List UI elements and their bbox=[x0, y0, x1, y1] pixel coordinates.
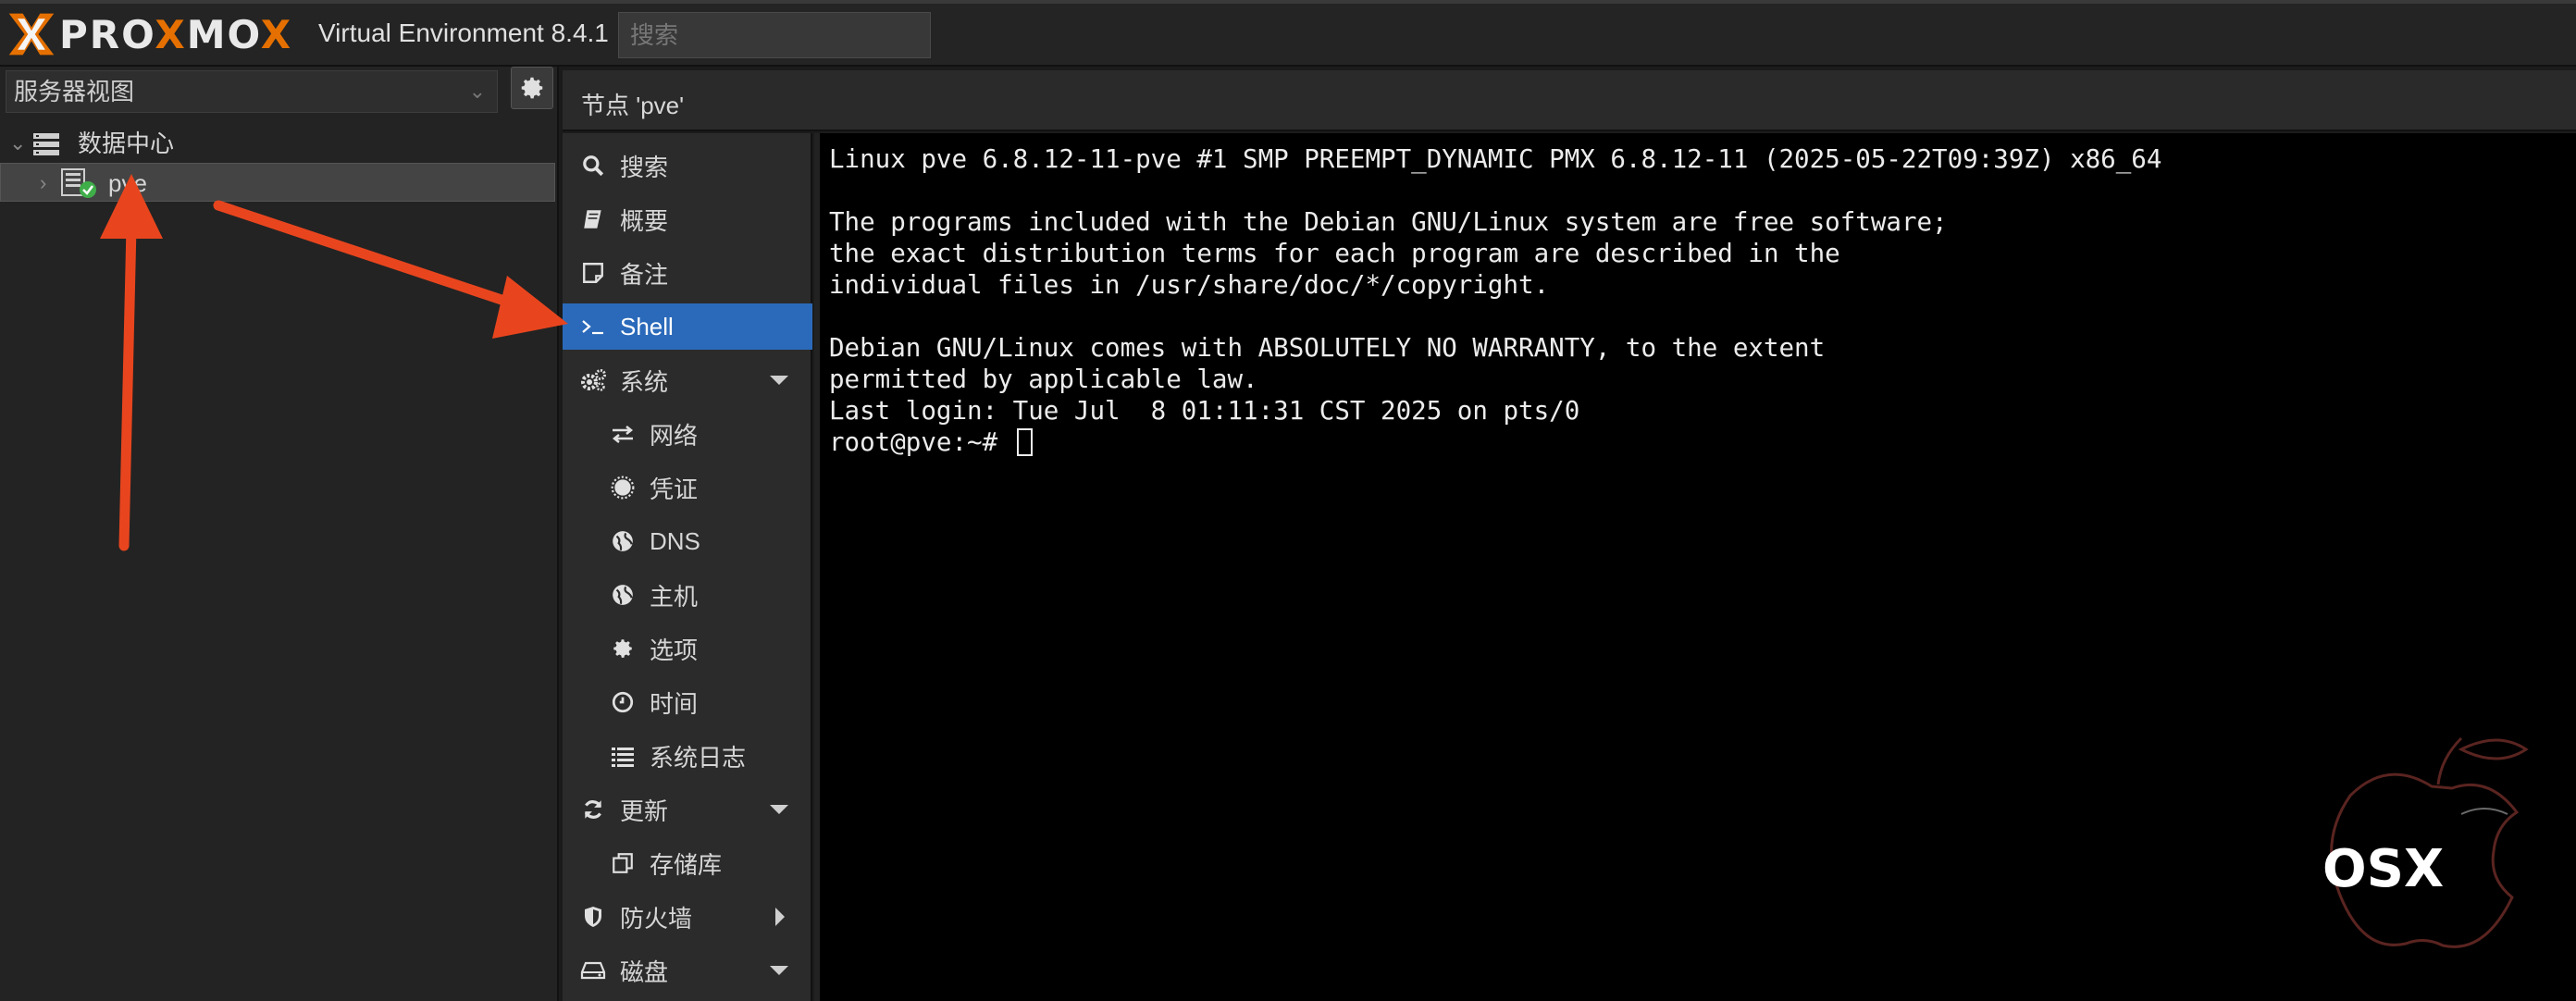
gear-icon bbox=[521, 77, 543, 99]
top-bar: PROXMOX Virtual Environment 8.4.1 bbox=[0, 0, 2576, 67]
nav-item-label: 选项 bbox=[650, 636, 699, 664]
nav-item-system[interactable]: 系统 bbox=[563, 357, 812, 403]
terminal-line: The programs included with the Debian GN… bbox=[829, 207, 1948, 237]
exchange-icon bbox=[609, 420, 637, 448]
terminal-prompt-line[interactable]: root@pve:~# bbox=[829, 427, 1033, 457]
nav-item-label: 更新 bbox=[620, 797, 669, 825]
product-title: Virtual Environment 8.4.1 bbox=[318, 19, 609, 47]
nav-item-label: Shell bbox=[620, 312, 674, 340]
nav-item-label: DNS bbox=[650, 526, 700, 555]
nav-item-label: 概要 bbox=[620, 206, 669, 235]
caret-down-icon[interactable] bbox=[770, 966, 788, 975]
terminal-icon bbox=[579, 313, 607, 340]
proxmox-logo[interactable]: PROXMOX bbox=[6, 7, 292, 61]
nav-item-label: 网络 bbox=[650, 421, 699, 450]
nav-item-summary[interactable]: 概要 bbox=[563, 196, 812, 242]
server-online-icon bbox=[61, 168, 96, 198]
nav-item-certificates[interactable]: 凭证 bbox=[563, 464, 812, 511]
tree-item-label: 数据中心 bbox=[78, 130, 175, 157]
terminal-line: individual files in /usr/share/doc/*/cop… bbox=[829, 270, 1550, 300]
nav-item-label: 主机 bbox=[650, 582, 699, 611]
nav-item-firewall[interactable]: 防火墙 bbox=[563, 894, 812, 940]
chevron-right-icon[interactable]: › bbox=[40, 164, 46, 203]
osx-watermark-logo: OSX bbox=[2322, 736, 2529, 948]
tree-item-datacenter[interactable]: ⌄ 数据中心 bbox=[0, 124, 555, 163]
app-window: { "topbar": { "logo_text": "PROXMOX", "p… bbox=[0, 0, 2576, 1001]
refresh-icon bbox=[579, 796, 607, 823]
repository-icon bbox=[609, 849, 637, 877]
nav-item-shell[interactable]: Shell bbox=[563, 303, 812, 350]
nav-item-time[interactable]: 时间 bbox=[563, 679, 812, 725]
node-nav-menu: 搜索 概要 备注 Shell 系统 网络 凭证 DNS 主机 选项 时间 系统日… bbox=[563, 133, 812, 1001]
nav-item-label: 系统日志 bbox=[650, 743, 747, 772]
content-header: 节点 'pve' bbox=[563, 70, 2576, 131]
nav-item-label: 搜索 bbox=[620, 153, 669, 181]
terminal-line: the exact distribution terms for each pr… bbox=[829, 239, 1840, 268]
terminal-cursor bbox=[1016, 428, 1033, 456]
watermark-text: OSX bbox=[2322, 839, 2444, 899]
tree-settings-button[interactable] bbox=[511, 67, 553, 109]
nav-item-hosts[interactable]: 主机 bbox=[563, 572, 812, 618]
nav-item-label: 磁盘 bbox=[620, 958, 669, 986]
datacenter-icon bbox=[33, 133, 59, 155]
nav-item-label: 凭证 bbox=[650, 475, 699, 503]
list-icon bbox=[609, 742, 637, 770]
nav-item-disks[interactable]: 磁盘 bbox=[563, 947, 812, 994]
clock-icon bbox=[609, 688, 637, 716]
nav-item-syslog[interactable]: 系统日志 bbox=[563, 733, 812, 779]
shield-icon bbox=[579, 903, 607, 931]
note-icon bbox=[579, 259, 607, 287]
view-selector[interactable]: 服务器视图 ⌄ bbox=[6, 70, 498, 113]
resource-tree-panel: 服务器视图 ⌄ ⌄ 数据中心 › pve bbox=[0, 67, 559, 1001]
nav-item-updates[interactable]: 更新 bbox=[563, 786, 812, 833]
caret-down-icon[interactable] bbox=[770, 376, 788, 385]
nav-item-search[interactable]: 搜索 bbox=[563, 142, 812, 189]
page-title: 节点 'pve' bbox=[581, 92, 685, 119]
nav-item-label: 存储库 bbox=[650, 850, 723, 879]
nav-item-label: 备注 bbox=[620, 260, 669, 289]
nav-item-network[interactable]: 网络 bbox=[563, 411, 812, 457]
chevron-down-icon[interactable]: ⌄ bbox=[9, 124, 26, 163]
nav-item-repositories[interactable]: 存储库 bbox=[563, 840, 812, 886]
logo-wordmark: PROXMOX bbox=[59, 11, 293, 57]
certificate-icon bbox=[609, 474, 637, 501]
nav-item-label: 防火墙 bbox=[620, 904, 693, 933]
nav-item-options[interactable]: 选项 bbox=[563, 625, 812, 672]
book-icon bbox=[579, 205, 607, 233]
cogs-icon bbox=[579, 366, 607, 394]
shell-terminal[interactable]: Linux pve 6.8.12-11-pve #1 SMP PREEMPT_D… bbox=[814, 133, 2576, 1001]
terminal-prompt: root@pve:~# bbox=[829, 427, 1013, 457]
caret-right-icon[interactable] bbox=[775, 908, 785, 926]
tree-item-pve[interactable]: › pve bbox=[0, 163, 555, 202]
proxmox-x-icon bbox=[8, 13, 55, 56]
gear-icon bbox=[609, 635, 637, 662]
chevron-down-icon: ⌄ bbox=[468, 80, 486, 103]
view-selector-value: 服务器视图 bbox=[14, 78, 135, 105]
globe-icon bbox=[609, 527, 637, 555]
terminal-line: Linux pve 6.8.12-11-pve #1 SMP PREEMPT_D… bbox=[829, 144, 2162, 174]
top-border bbox=[0, 0, 2576, 4]
tree-item-label: pve bbox=[108, 169, 147, 197]
terminal-line: Debian GNU/Linux comes with ABSOLUTELY N… bbox=[829, 333, 1826, 363]
disk-icon bbox=[579, 957, 607, 984]
caret-down-icon[interactable] bbox=[770, 805, 788, 814]
globe-icon bbox=[609, 581, 637, 609]
nav-item-notes[interactable]: 备注 bbox=[563, 250, 812, 296]
nav-item-label: 系统 bbox=[620, 367, 669, 396]
terminal-line: permitted by applicable law. bbox=[829, 365, 1258, 394]
global-search-input[interactable] bbox=[618, 12, 931, 58]
nav-item-dns[interactable]: DNS bbox=[563, 518, 812, 564]
search-icon bbox=[579, 152, 607, 179]
nav-item-label: 时间 bbox=[650, 689, 699, 718]
terminal-line: Last login: Tue Jul 8 01:11:31 CST 2025 … bbox=[829, 396, 1580, 426]
